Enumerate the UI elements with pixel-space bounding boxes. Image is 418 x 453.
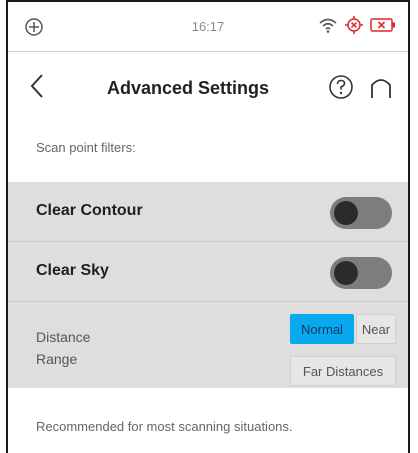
status-icons (318, 15, 396, 40)
back-button[interactable] (22, 70, 52, 106)
help-circle-icon (328, 75, 354, 104)
clear-contour-label: Clear Contour (36, 202, 143, 219)
filters-section-label: Scan point filters: (36, 140, 136, 155)
home-button[interactable] (368, 74, 394, 100)
navigation-bar: Advanced Settings (8, 52, 408, 124)
status-bar: 16:17 (8, 2, 408, 52)
distance-range-label-line1: Distance (36, 329, 91, 345)
clear-contour-toggle[interactable] (330, 197, 392, 229)
distance-range-label-line2: Range (36, 351, 78, 367)
toggle-knob (334, 201, 358, 225)
range-description: Recommended for most scanning situations… (36, 419, 293, 434)
toggle-knob (334, 261, 358, 285)
range-option-far-distances[interactable]: Far Distances (290, 356, 396, 386)
clear-sky-label: Clear Sky (36, 262, 109, 279)
device-frame: 16:17 Advanced Settings Scan point filte… (6, 0, 410, 453)
battery-error-icon (370, 17, 396, 38)
clear-contour-row: Clear Contour (8, 182, 408, 242)
distance-range-label: Distance Range (36, 326, 126, 370)
home-icon (368, 79, 394, 104)
range-option-normal[interactable]: Normal (290, 314, 354, 344)
range-option-near[interactable]: Near (356, 314, 396, 344)
chevron-left-icon (29, 73, 45, 104)
help-button[interactable] (328, 74, 354, 100)
clear-sky-toggle[interactable] (330, 257, 392, 289)
target-error-icon (344, 15, 364, 40)
wifi-icon (318, 16, 338, 39)
page-title: Advanced Settings (106, 78, 270, 98)
clear-sky-row: Clear Sky (8, 242, 408, 302)
distance-range-row: Distance Range Normal Near Far Distances (8, 302, 408, 388)
